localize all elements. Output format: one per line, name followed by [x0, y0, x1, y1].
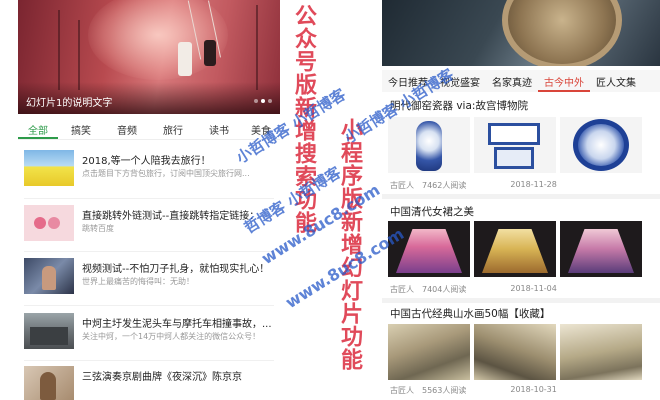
- article-image: [560, 117, 642, 173]
- top-banner-image[interactable]: [382, 0, 660, 66]
- article-row[interactable]: 三弦演奏京剧曲牌《夜深沉》陈京京: [24, 366, 280, 400]
- banner-slideshow[interactable]: 幻灯片1的说明文字: [18, 0, 280, 114]
- author-name: 古匠人: [390, 285, 414, 294]
- article-row[interactable]: 直接跳转外链测试--直接跳转指定链接： 跳转百度: [24, 205, 280, 253]
- pager-dot[interactable]: [254, 99, 258, 103]
- article-thumbnail: [24, 313, 74, 349]
- tab-masters[interactable]: 名家真迹: [486, 70, 538, 92]
- article-meta: 古匠人 5563人阅读 2018-10-31: [390, 385, 658, 396]
- pager-dot[interactable]: [268, 99, 272, 103]
- tab-reading[interactable]: 读书: [196, 118, 242, 139]
- banner-pager: [254, 99, 272, 103]
- banner-tree: [58, 10, 60, 90]
- article-image: [560, 221, 642, 277]
- article-meta: 古匠人 7462人阅读 2018-11-28: [390, 180, 658, 191]
- article-summary: 世界上最痛苦的悔得叫：无助！: [82, 277, 194, 286]
- article-title[interactable]: 中国清代女裙之美: [390, 204, 474, 219]
- left-phone-screen: 幻灯片1的说明文字 全部 搞笑 音频 旅行 读书 美食 2018,等一个人陪我去…: [18, 0, 280, 400]
- read-count: 7404人阅读: [422, 285, 467, 294]
- article-summary: 跳转百度: [82, 224, 114, 233]
- article-images[interactable]: [388, 221, 658, 277]
- article-image: [388, 324, 470, 380]
- article-thumbnail: [24, 366, 74, 400]
- article-image: [474, 324, 556, 380]
- divider: [24, 251, 274, 252]
- right-phone-screen: 今日推荐 视觉盛宴 名家真迹 古今中外 匠人文集 明代御窑瓷器 via:故宫博物…: [382, 0, 660, 400]
- article-title: 中炣主圩发生泥头车与摩托车相撞事故，...: [82, 319, 272, 330]
- divider: [24, 305, 274, 306]
- article-thumbnail: [24, 258, 74, 294]
- screenshot-collage: 幻灯片1的说明文字 全部 搞笑 音频 旅行 读书 美食 2018,等一个人陪我去…: [0, 0, 660, 400]
- read-count: 7462人阅读: [422, 181, 467, 190]
- article-image: [474, 221, 556, 277]
- category-tabs: 全部 搞笑 音频 旅行 读书 美食: [18, 118, 280, 140]
- divider: [24, 198, 274, 199]
- tab-ancient-modern[interactable]: 古今中外: [538, 70, 590, 92]
- author-name: 古匠人: [390, 181, 414, 190]
- article-thumbnail: [24, 150, 74, 186]
- publish-date: 2018-10-31: [510, 385, 557, 394]
- banner-tree: [256, 5, 258, 90]
- banner-caption: 幻灯片1的说明文字: [26, 98, 113, 109]
- section-divider: [382, 194, 660, 199]
- banner-tree: [78, 20, 80, 90]
- article-summary: 关注中炣，一个14万中炣人都关注的微信公众号！: [82, 332, 261, 341]
- article-image: [560, 324, 642, 380]
- pager-dot-active[interactable]: [261, 99, 265, 103]
- banner-plate: [502, 0, 622, 66]
- article-title: 2018,等一个人陪我去旅行！: [82, 156, 211, 167]
- article-title[interactable]: 中国古代经典山水画50幅【收藏】: [390, 306, 550, 321]
- article-meta: 古匠人 7404人阅读 2018-11-04: [390, 284, 658, 295]
- article-title: 直接跳转外链测试--直接跳转指定链接：: [82, 211, 260, 222]
- article-images[interactable]: [388, 117, 658, 173]
- article-image: [474, 117, 556, 173]
- read-count: 5563人阅读: [422, 386, 467, 395]
- publish-date: 2018-11-04: [510, 284, 557, 293]
- article-row[interactable]: 视频测试--不怕刀子扎身，就怕现实扎心！ 世界上最痛苦的悔得叫：无助！: [24, 258, 280, 306]
- tab-craftsman[interactable]: 匠人文集: [590, 70, 642, 92]
- tab-funny[interactable]: 搞笑: [58, 118, 104, 139]
- author-name: 古匠人: [390, 386, 414, 395]
- article-images[interactable]: [388, 324, 658, 380]
- article-row[interactable]: 中炣主圩发生泥头车与摩托车相撞事故，... 关注中炣，一个14万中炣人都关注的微…: [24, 313, 280, 361]
- publish-date: 2018-11-28: [510, 180, 557, 189]
- section-divider: [382, 298, 660, 303]
- article-summary: 点击题目下方背包旅行，订阅中国顶尖旅行网...: [82, 169, 250, 178]
- tab-all[interactable]: 全部: [18, 118, 58, 139]
- article-title: 视频测试--不怕刀子扎身，就怕现实扎心！: [82, 264, 270, 275]
- article-image: [388, 117, 470, 173]
- article-title: 三弦演奏京剧曲牌《夜深沉》陈京京: [82, 372, 242, 383]
- article-thumbnail: [24, 205, 74, 241]
- divider: [24, 360, 274, 361]
- feature-label-slideshow: 小程序版新增幻灯片功能: [337, 118, 362, 371]
- banner-person: [178, 42, 192, 76]
- tab-audio[interactable]: 音频: [104, 118, 150, 139]
- tab-travel[interactable]: 旅行: [150, 118, 196, 139]
- banner-person: [204, 40, 216, 66]
